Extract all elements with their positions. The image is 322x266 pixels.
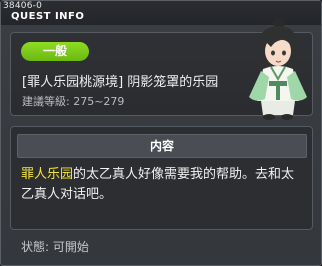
recommended-level: 建議等級: 275~279 (22, 95, 125, 108)
quest-content-panel: 内容 罪人乐园的太乙真人好像需要我的帮助。去和太乙真人对话吧。 (10, 126, 313, 230)
location-highlight: 罪人乐园 (21, 167, 74, 182)
quest-name: [罪人乐园桃源境] 阴影笼罩的乐园 (22, 75, 219, 90)
quest-info-window: 38406-0 QUEST INFO 一般 [罪人乐园桃源境] 阴影笼罩的乐园 … (0, 0, 322, 266)
content-section-header: 内容 (17, 134, 307, 158)
quest-type-badge: 一般 (21, 42, 89, 61)
window-title: QUEST INFO (11, 11, 85, 22)
quest-description: 罪人乐园的太乙真人好像需要我的帮助。去和太乙真人对话吧。 (21, 165, 306, 205)
npc-portrait-icon (249, 18, 307, 120)
window-id: 38406-0 (3, 1, 43, 11)
quest-status: 状態: 可開始 (21, 240, 89, 254)
